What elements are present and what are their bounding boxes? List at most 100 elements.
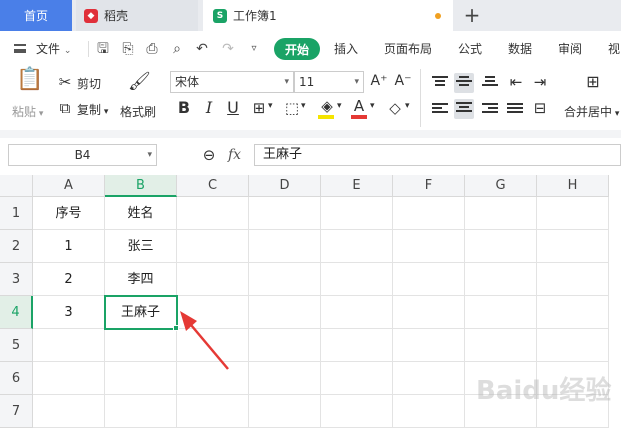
cell-g5[interactable] [465,329,537,362]
cell-f4[interactable] [393,296,465,329]
italic-button[interactable]: I [200,99,218,117]
fill-pattern-icon[interactable]: ⬚ [283,99,301,117]
cell-b7[interactable] [105,395,177,428]
cell-b3[interactable]: 李四 [105,263,177,296]
cell-f6[interactable] [393,362,465,395]
column-header-c[interactable]: C [177,175,249,197]
cell-d2[interactable] [249,230,321,263]
cell-d1[interactable] [249,197,321,230]
new-tab-button[interactable]: + [462,4,482,26]
font-color-icon[interactable]: A [350,97,368,115]
print-preview-icon[interactable]: ⌕ [169,41,185,57]
format-painter-button[interactable]: 格式刷 [120,103,156,120]
cell-c3[interactable] [177,263,249,296]
tab-formula[interactable]: 公式 [458,40,482,57]
undo-icon[interactable]: ↶ [194,41,210,57]
cell-f2[interactable] [393,230,465,263]
menu-file[interactable]: 文件 ⌄ [36,40,71,57]
cell-d7[interactable] [249,395,321,428]
cell-e5[interactable] [321,329,393,362]
paste-icon[interactable]: 📋 [16,69,43,97]
row-header-6[interactable]: 6 [0,362,33,395]
more-dropdown-icon[interactable]: ▿ [246,41,262,57]
decrease-indent-icon[interactable]: ⇤ [507,73,525,91]
align-center-icon[interactable] [454,99,474,119]
cell-a4[interactable]: 3 [33,296,105,329]
column-header-a[interactable]: A [33,175,105,197]
cell-d6[interactable] [249,362,321,395]
cell-g4[interactable] [465,296,537,329]
cell-e4[interactable] [321,296,393,329]
row-header-1[interactable]: 1 [0,197,33,230]
cell-d3[interactable] [249,263,321,296]
font-name-select[interactable]: 宋体 ▾ [170,71,294,93]
cell-f5[interactable] [393,329,465,362]
copy-icon[interactable]: ⧉ [56,99,74,117]
cell-d5[interactable] [249,329,321,362]
row-header-2[interactable]: 2 [0,230,33,263]
tab-home[interactable]: 首页 [0,0,72,31]
cell-a1[interactable]: 序号 [33,197,105,230]
row-header-4[interactable]: 4 [0,296,33,329]
cell-g2[interactable] [465,230,537,263]
border-icon[interactable]: ⊞ [250,99,268,117]
redo-icon[interactable]: ↷ [220,41,236,57]
cell-e6[interactable] [321,362,393,395]
name-box-dropdown-icon[interactable]: ▾ [147,145,152,165]
border-dropdown-icon[interactable]: ▾ [268,101,273,111]
row-header-7[interactable]: 7 [0,395,33,428]
cell-e7[interactable] [321,395,393,428]
cell-c2[interactable] [177,230,249,263]
hamburger-icon[interactable] [14,44,26,53]
formula-input[interactable]: 王麻子 [254,144,621,166]
cell-h3[interactable] [537,263,609,296]
fill-pattern-dropdown-icon[interactable]: ▾ [301,101,306,111]
cell-a5[interactable] [33,329,105,362]
align-left-icon[interactable] [432,103,448,117]
scissors-icon[interactable]: ✂ [56,73,74,91]
print-icon[interactable]: ⎙ [144,41,160,57]
cell-b5[interactable] [105,329,177,362]
cell-f1[interactable] [393,197,465,230]
cell-e3[interactable] [321,263,393,296]
zoom-search-icon[interactable]: ⊖ [200,146,218,164]
align-middle-icon[interactable] [454,73,474,93]
tab-daoke[interactable]: ◆ 稻壳 [76,0,198,31]
format-painter-icon[interactable]: 🖌 [128,73,151,95]
cell-b2[interactable]: 张三 [105,230,177,263]
clear-dropdown-icon[interactable]: ▾ [405,101,410,111]
distributed-icon[interactable]: ⊟ [531,99,549,117]
cell-a7[interactable] [33,395,105,428]
name-box[interactable]: B4 ▾ [8,144,157,166]
cell-d4[interactable] [249,296,321,329]
cell-a3[interactable]: 2 [33,263,105,296]
cell-h1[interactable] [537,197,609,230]
tab-insert[interactable]: 插入 [334,40,358,57]
column-header-h[interactable]: H [537,175,609,197]
tab-page-layout[interactable]: 页面布局 [384,40,432,57]
cut-button[interactable]: 剪切 [77,75,101,92]
cell-g1[interactable] [465,197,537,230]
cell-h4[interactable] [537,296,609,329]
underline-button[interactable]: U [224,99,242,117]
tab-review[interactable]: 审阅 [558,40,582,57]
align-top-icon[interactable] [432,76,448,90]
align-bottom-icon[interactable] [482,76,498,90]
save-icon[interactable]: 🖫 [95,41,111,57]
font-decrease-icon[interactable]: A⁻ [394,72,412,90]
cell-f7[interactable] [393,395,465,428]
row-header-5[interactable]: 5 [0,329,33,362]
column-header-g[interactable]: G [465,175,537,197]
tab-workbook[interactable]: S 工作簿1 [203,0,453,31]
font-size-select[interactable]: 11 ▾ [294,71,364,93]
fill-color-icon[interactable]: ◈ [318,97,336,115]
cell-b6[interactable] [105,362,177,395]
cell-b1[interactable]: 姓名 [105,197,177,230]
row-header-3[interactable]: 3 [0,263,33,296]
tab-data[interactable]: 数据 [508,40,532,57]
copy-button[interactable]: 复制 ▾ [77,101,108,118]
cell-e1[interactable] [321,197,393,230]
tab-view[interactable]: 视 [608,40,620,57]
clear-format-icon[interactable]: ◇ [386,99,404,117]
column-header-d[interactable]: D [249,175,321,197]
